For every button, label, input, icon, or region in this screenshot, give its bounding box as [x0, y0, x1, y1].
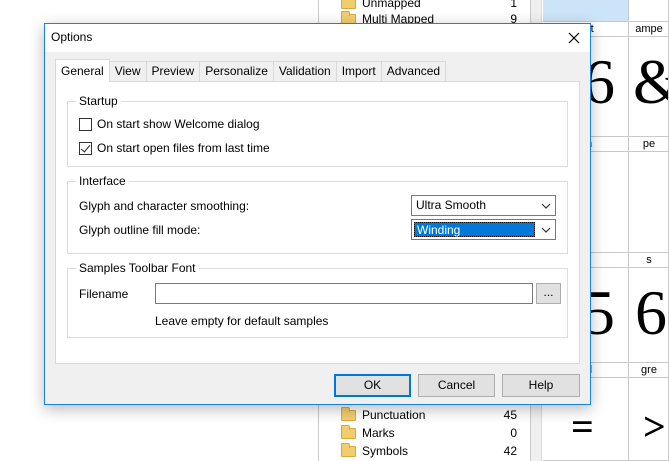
interface-group: Interface Glyph and character smoothing:… — [67, 174, 568, 254]
tab-general[interactable]: General — [55, 59, 110, 82]
tree-item[interactable]: Punctuation 45 — [341, 406, 517, 424]
startup-group-title: Startup — [76, 94, 121, 108]
tree-item-label: Symbols — [362, 444, 409, 458]
glyph-cell-name: gre — [629, 363, 668, 378]
folder-icon — [341, 406, 356, 421]
tab-import[interactable]: Import — [335, 61, 382, 82]
tree-item-count: 1 — [510, 0, 517, 10]
glyph-cell-name: ampe — [629, 22, 668, 37]
glyph-cell[interactable]: gre > — [629, 363, 669, 461]
close-button[interactable] — [558, 24, 590, 52]
filename-hint: Leave empty for default samples — [155, 314, 329, 328]
tab-view[interactable]: View — [108, 61, 147, 82]
tree-item-label: Unmapped — [362, 0, 421, 10]
glyph-cell[interactable]: ampe & — [629, 22, 669, 137]
tree-item-label: Marks — [362, 426, 395, 440]
general-tab-panel: Startup On start show Welcome dialog On … — [55, 81, 580, 364]
smoothing-select[interactable]: Ultra Smooth — [411, 195, 556, 216]
dialog-titlebar[interactable]: Options — [45, 24, 590, 52]
tab-preview[interactable]: Preview — [145, 61, 201, 82]
samples-font-group-title: Samples Toolbar Font — [76, 261, 199, 275]
dialog-title: Options — [51, 30, 93, 44]
filename-label: Filename — [79, 287, 129, 301]
folder-icon — [341, 442, 356, 457]
folder-icon — [341, 0, 356, 9]
open-last-files-label: On start open files from last time — [97, 141, 270, 155]
show-welcome-checkbox[interactable] — [79, 117, 92, 131]
browse-button[interactable]: ... — [536, 283, 561, 304]
open-last-files-option[interactable]: On start open files from last time — [79, 141, 270, 155]
open-last-files-checkbox[interactable] — [79, 141, 92, 155]
glyph-cell[interactable]: pe — [629, 137, 669, 253]
show-welcome-label: On start show Welcome dialog — [97, 117, 260, 131]
fill-mode-label: Glyph outline fill mode: — [79, 223, 201, 237]
options-dialog: Options General View Preview Personalize… — [44, 23, 591, 405]
tab-personalize[interactable]: Personalize — [199, 61, 274, 82]
folder-icon — [341, 424, 356, 439]
glyph-cell[interactable] — [543, 0, 629, 22]
samples-font-group: Samples Toolbar Font Filename ... Leave … — [67, 261, 568, 338]
cancel-button[interactable]: Cancel — [418, 374, 495, 397]
tree-item-count: 45 — [503, 408, 517, 422]
show-welcome-option[interactable]: On start show Welcome dialog — [79, 117, 260, 131]
glyph-preview: 6 — [635, 277, 667, 348]
tree-item-label: Punctuation — [362, 408, 426, 422]
tab-advanced[interactable]: Advanced — [380, 61, 447, 82]
chevron-down-icon — [537, 220, 555, 239]
glyph-preview: = — [571, 404, 594, 449]
interface-group-title: Interface — [76, 174, 129, 188]
filename-input[interactable] — [155, 283, 533, 304]
glyph-cell[interactable] — [629, 0, 669, 22]
ok-button[interactable]: OK — [334, 374, 411, 397]
tree-item[interactable]: Marks 0 — [341, 424, 517, 442]
fill-mode-select-value: Winding — [414, 222, 535, 237]
chevron-down-icon — [537, 196, 555, 215]
startup-group: Startup On start show Welcome dialog On … — [67, 94, 568, 167]
tab-validation[interactable]: Validation — [272, 61, 337, 82]
tree-item[interactable]: Symbols 42 — [341, 442, 517, 460]
tree-item-count: 0 — [510, 426, 517, 440]
tab-strip: General View Preview Personalize Validat… — [55, 59, 447, 82]
glyph-cell-name: s — [629, 253, 668, 268]
glyph-preview: & — [633, 50, 668, 114]
tree-item-count: 42 — [503, 444, 517, 458]
close-icon — [568, 32, 580, 44]
glyph-cell[interactable]: s 6 — [629, 253, 669, 363]
help-button[interactable]: Help — [502, 374, 580, 397]
glyph-cell-name: pe — [629, 137, 668, 152]
glyph-preview: > — [643, 404, 666, 449]
smoothing-select-value: Ultra Smooth — [416, 198, 487, 212]
fill-mode-select[interactable]: Winding — [411, 219, 556, 240]
smoothing-label: Glyph and character smoothing: — [79, 199, 250, 213]
